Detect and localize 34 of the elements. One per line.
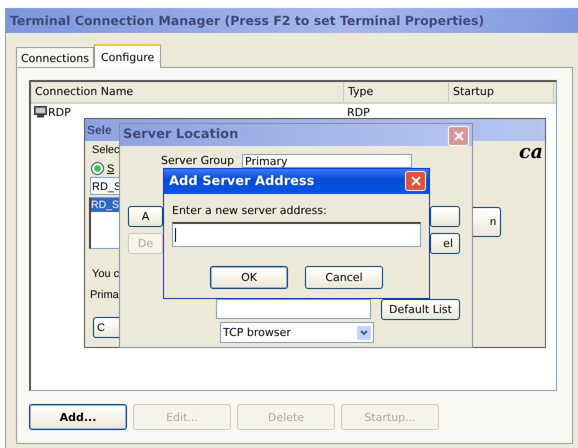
window-title: Server Location (120, 124, 472, 146)
table-cell: RDP (347, 106, 370, 118)
column-header[interactable]: Type (344, 82, 449, 102)
action-button[interactable]: Add... (29, 404, 127, 430)
window-title: Add Server Address (169, 174, 314, 189)
list-item[interactable]: RD_S (91, 198, 119, 212)
radio-label: S (107, 162, 114, 174)
dialog-button[interactable] (430, 206, 460, 227)
ok-button[interactable]: OK (210, 266, 288, 289)
body-text: You c (92, 268, 120, 280)
dialog-button[interactable]: A (128, 206, 163, 227)
window-title: Terminal Connection Manager (Press F2 to set Terminal Properties) (6, 8, 578, 33)
column-header[interactable]: Startup (449, 82, 554, 102)
input-field[interactable] (216, 299, 371, 319)
connection-name[interactable]: RDP (48, 106, 71, 118)
body-text: Prima (90, 289, 119, 301)
default-list-button[interactable]: Default List (381, 299, 460, 320)
cancel-button[interactable]: el (430, 233, 460, 254)
column-header[interactable]: Connection Name (31, 82, 344, 102)
prompt-text: Enter a new server address: (172, 204, 328, 217)
tab[interactable]: Configure (94, 44, 162, 68)
dropdown[interactable]: TCP browser (220, 322, 374, 343)
dropdown[interactable]: Primary (242, 154, 412, 168)
logo-text: ca (519, 141, 543, 163)
field-label: Server Group (161, 154, 234, 167)
cancel-button[interactable]: Cancel (305, 266, 383, 289)
label-text: Selec (92, 144, 120, 156)
radio-button[interactable] (91, 162, 104, 175)
tab[interactable]: Connections (16, 47, 94, 68)
close-icon (454, 131, 464, 141)
computer-icon (34, 106, 47, 118)
close-button[interactable] (405, 171, 426, 191)
address-field[interactable] (172, 222, 421, 247)
close-icon (410, 176, 420, 186)
